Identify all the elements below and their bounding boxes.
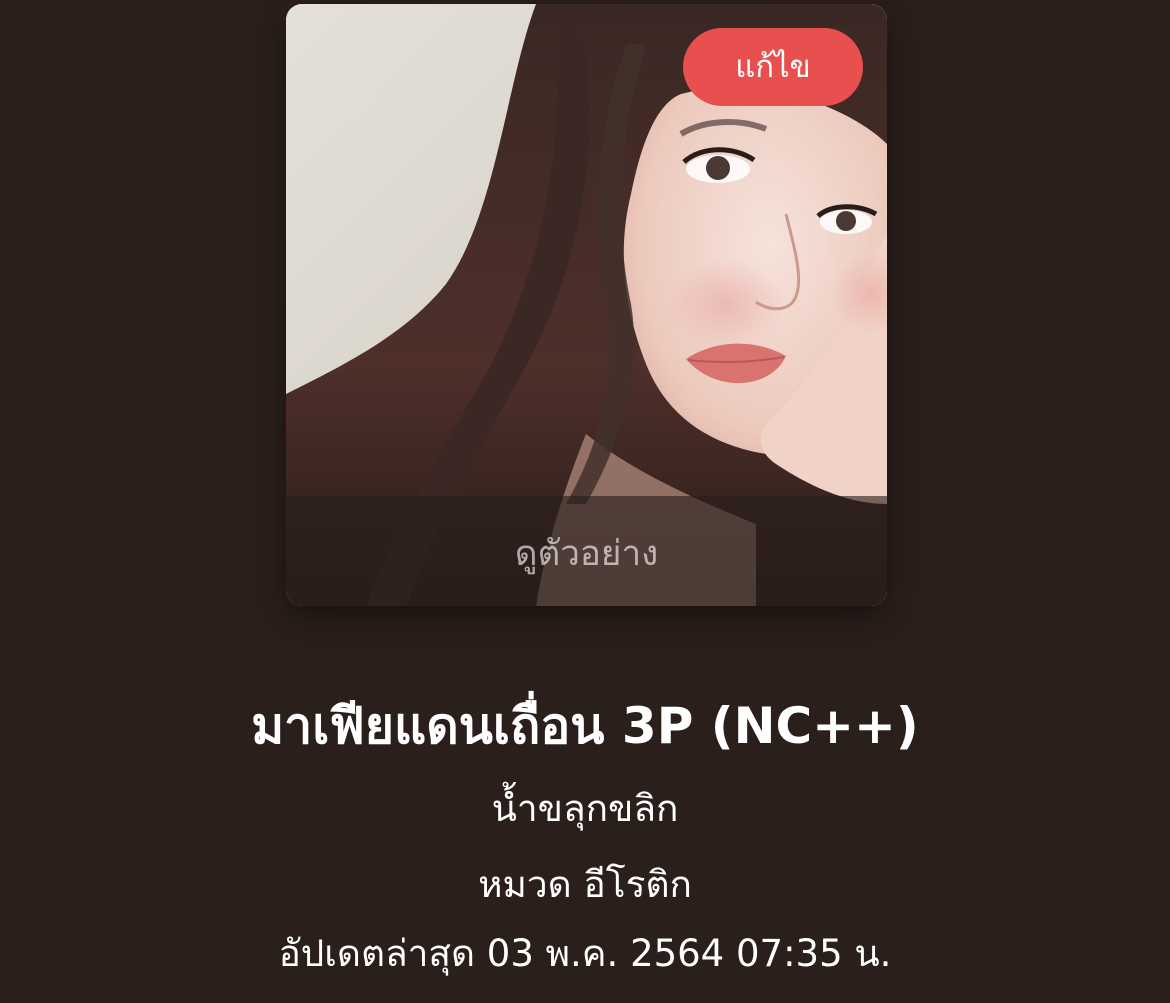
- category-label: หมวด อีโรติก: [478, 863, 692, 906]
- last-updated: อัปเดตล่าสุด 03 พ.ค. 2564 07:35 น.: [278, 932, 892, 975]
- story-title: มาเฟียแดนเถื่อน 3P (NC++): [251, 697, 919, 755]
- preview-button[interactable]: ดูตัวอย่าง: [286, 496, 887, 606]
- author-name[interactable]: น้ำขลุกขลิก: [0, 781, 1170, 837]
- edit-button[interactable]: แก้ไข: [683, 28, 863, 106]
- cover-image[interactable]: แก้ไข ดูตัวอย่าง: [286, 4, 887, 606]
